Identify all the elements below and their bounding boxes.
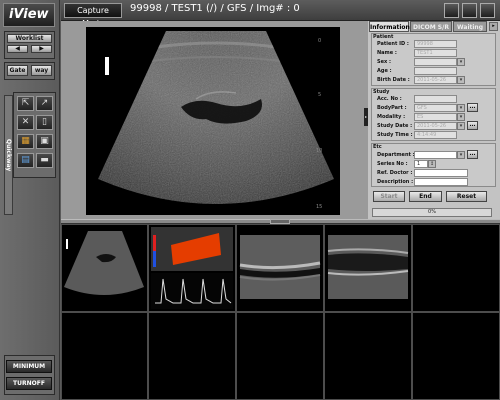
ref-doctor-label: Ref. Doctor :: [377, 170, 413, 176]
birth-date-field[interactable]: 2011-05-26: [414, 76, 457, 84]
name-field[interactable]: TEST1: [414, 49, 457, 57]
acc-no-label: Acc. No :: [377, 96, 402, 102]
thumbnail-cell-empty[interactable]: [61, 312, 148, 400]
scale-marker: [105, 57, 109, 75]
patient-id-label: Patient ID :: [377, 41, 409, 47]
start-button[interactable]: Start: [373, 191, 405, 202]
birth-date-label: Birth Date :: [377, 77, 410, 83]
gate-button[interactable]: Gate: [7, 65, 28, 76]
series-stepper-icon[interactable]: ↕: [428, 160, 436, 168]
thumbnail-grid: [61, 224, 500, 400]
patient-section-title: Patient: [373, 34, 394, 40]
end-button[interactable]: End: [409, 191, 442, 202]
tab-scroll-icon[interactable]: ▸: [489, 22, 498, 31]
collapse-panel-icon[interactable]: ▸: [364, 108, 368, 126]
study-time-field[interactable]: 4:14:49: [414, 131, 457, 139]
depth-tick: 5: [318, 92, 322, 98]
thumbnail-cell[interactable]: [324, 224, 412, 312]
minimum-button[interactable]: MINIMUM: [6, 360, 52, 373]
chevron-down-icon[interactable]: ▾: [457, 76, 465, 84]
close-window-icon[interactable]: [480, 3, 495, 18]
thumbnail-cell[interactable]: [148, 224, 236, 312]
bodypart-more-button[interactable]: …: [467, 103, 478, 112]
ref-doctor-field[interactable]: [414, 169, 468, 177]
description-label: Description :: [377, 179, 414, 185]
thumbnail-cell[interactable]: [61, 224, 148, 312]
capture-mode-button[interactable]: Capture Mode: [64, 3, 122, 28]
vascular-scan-1-thumbnail: [239, 235, 321, 299]
description-field[interactable]: [414, 178, 468, 186]
modality-select[interactable]: ES: [414, 113, 457, 121]
worklist-next-button[interactable]: ▶: [31, 45, 52, 53]
thumbnail-cell-empty[interactable]: [148, 312, 236, 400]
tab-dicom-sr[interactable]: DICOM S/R: [410, 21, 452, 32]
patient-id-field[interactable]: 99998: [414, 40, 457, 48]
chevron-down-icon[interactable]: ▾: [457, 104, 465, 112]
modality-label: Modality :: [377, 114, 406, 120]
bodypart-label: BodyPart :: [377, 105, 407, 111]
chevron-down-icon[interactable]: ▾: [457, 113, 465, 121]
minimize-window-icon[interactable]: [444, 3, 459, 18]
depth-tick: 0: [318, 38, 322, 44]
delete-icon[interactable]: ✕: [17, 115, 34, 130]
layout-icon[interactable]: ▣: [36, 134, 53, 149]
series-no-field[interactable]: 1: [414, 160, 428, 168]
depth-tick: 10: [316, 148, 323, 154]
bodypart-select[interactable]: GFS: [414, 104, 457, 112]
acc-no-field[interactable]: [414, 95, 457, 103]
progress-bar: 0%: [372, 208, 492, 217]
thumbnail-cell-empty[interactable]: [412, 224, 500, 312]
film-strip-icon[interactable]: ▬: [36, 153, 53, 168]
department-more-button[interactable]: …: [467, 150, 478, 159]
ultrasound-live-image: [98, 31, 334, 204]
study-date-field[interactable]: 2011-05-26: [414, 122, 457, 130]
abdomen-ultrasound-thumbnail: [64, 231, 144, 295]
study-time-label: Study Time :: [377, 132, 413, 138]
thumbnail-cell-empty[interactable]: [236, 312, 324, 400]
department-select[interactable]: [414, 151, 457, 159]
tab-waiting[interactable]: Waiting: [453, 21, 487, 32]
reset-button[interactable]: Reset: [446, 191, 487, 202]
sex-label: Sex :: [377, 59, 391, 65]
split-view-icon[interactable]: ▤: [17, 153, 34, 168]
study-date-more-button[interactable]: …: [467, 121, 478, 130]
study-section-title: Study: [373, 89, 390, 95]
age-field[interactable]: [414, 67, 457, 75]
color-map-icon[interactable]: ▦: [17, 134, 34, 149]
thumbnail-cell-empty[interactable]: [412, 312, 500, 400]
copy-icon[interactable]: ▯: [36, 115, 53, 130]
measure-icon[interactable]: ↗: [36, 96, 53, 111]
worklist-prev-button[interactable]: ◀: [7, 45, 28, 53]
name-label: Name :: [377, 50, 397, 56]
thumbnail-cell-empty[interactable]: [324, 312, 412, 400]
sex-select[interactable]: [414, 58, 457, 66]
chevron-down-icon[interactable]: ▾: [457, 151, 465, 159]
vascular-scan-2-thumbnail: [327, 235, 409, 299]
depth-tick: 15: [316, 204, 323, 210]
app-logo: iView: [3, 3, 55, 27]
turnoff-button[interactable]: TURNOFF: [6, 377, 52, 390]
way-button[interactable]: way: [31, 65, 52, 76]
restore-window-icon[interactable]: [462, 3, 477, 18]
worklist-button[interactable]: Worklist: [7, 34, 52, 43]
age-label: Age :: [377, 68, 392, 74]
study-date-label: Study Date :: [377, 123, 413, 129]
info-panel: Information DICOM S/R Waiting ▸ Patient …: [368, 21, 500, 219]
tab-information[interactable]: Information: [369, 21, 410, 32]
chevron-down-icon[interactable]: ▾: [457, 122, 465, 130]
chevron-down-icon[interactable]: ▾: [457, 58, 465, 66]
patient-title: 99998 / TEST1 (/) / GFS / Img# : 0: [130, 3, 300, 14]
doppler-waveform-thumbnail: [151, 227, 233, 309]
select-region-icon[interactable]: ⇱: [17, 96, 34, 111]
etc-section-title: Etc: [373, 144, 382, 150]
series-no-label: Series No :: [377, 161, 408, 167]
thumbnail-cell[interactable]: [236, 224, 324, 312]
quickway-tab[interactable]: Quickway: [4, 95, 13, 215]
department-label: Department :: [377, 152, 415, 158]
